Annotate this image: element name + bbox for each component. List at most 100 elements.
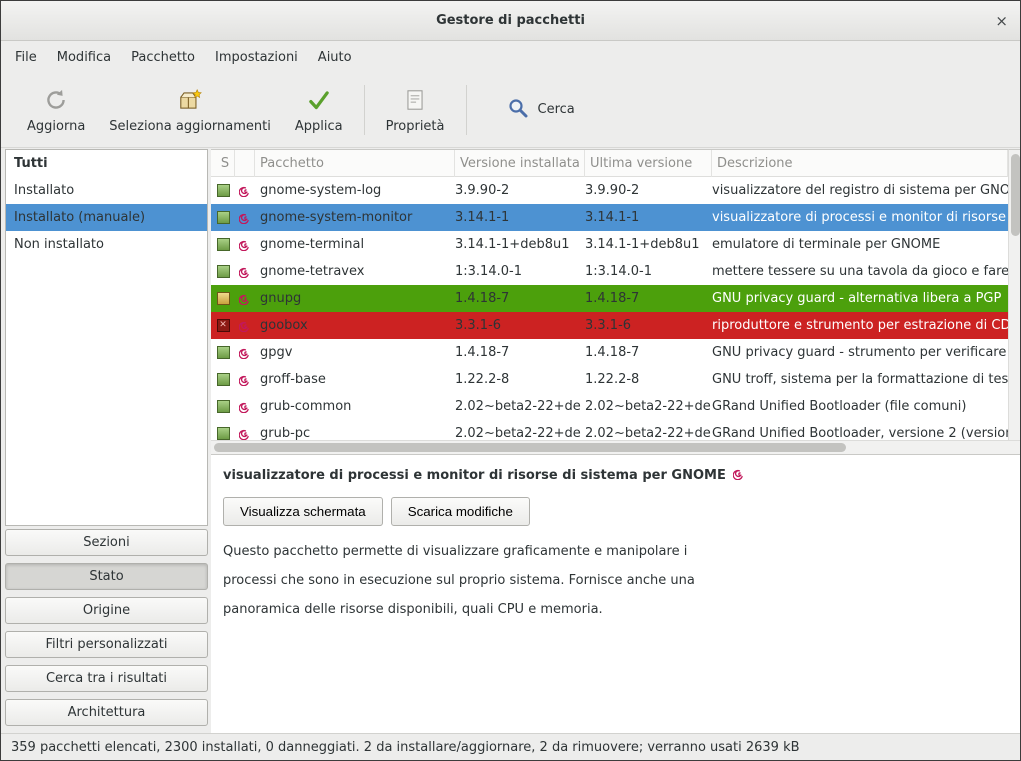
installed-version: 3.14.1-1 [455,210,585,225]
installed-icon [217,400,230,413]
supported-emblem-icon [733,467,746,480]
installed-icon [217,265,230,278]
installed-icon [217,211,230,224]
column-header-pacchetto[interactable]: Pacchetto [255,150,455,177]
package-name: gpgv [255,345,455,360]
vertical-scrollbar-thumb[interactable] [1011,154,1020,236]
refresh-label: Aggiorna [27,119,85,134]
search-button[interactable]: Cerca [492,88,589,132]
table-row[interactable]: gpgv1.4.18-71.4.18-7GNU privacy guard - … [211,339,1008,366]
details-pane: visualizzatore di processi e monitor di … [211,454,1021,734]
apply-label: Applica [295,119,343,134]
menu-item-file[interactable]: File [5,42,47,72]
horizontal-scrollbar[interactable] [211,440,1021,454]
installed-icon [217,427,230,440]
installed-version: 1.4.18-7 [455,345,585,360]
table-row[interactable]: grub-pc2.02~beta2-22+de2.02~beta2-22+deG… [211,420,1008,440]
filter-list[interactable]: TuttiInstallatoInstallato (manuale)Non i… [5,149,208,526]
supported-emblem-icon [239,265,252,278]
column-header-descrizione[interactable]: Descrizione [712,150,1008,177]
marked-remove-icon: ✕ [217,319,230,332]
search-icon [506,96,530,124]
title-bar[interactable]: Gestore di pacchetti × [1,1,1020,41]
package-description: riproduttore e strumento per estrazione … [712,318,1008,333]
toolbar-separator [466,85,467,135]
latest-version: 2.02~beta2-22+de [585,426,712,440]
mark-upgrades-button[interactable]: Seleziona aggiornamenti [97,80,283,140]
installed-version: 2.02~beta2-22+de [455,399,585,414]
horizontal-scrollbar-thumb[interactable] [214,443,846,452]
supported-emblem-icon [239,238,252,251]
refresh-button[interactable]: Aggiorna [15,80,97,140]
close-button[interactable]: × [995,1,1008,41]
vertical-scrollbar[interactable] [1008,149,1021,440]
table-row[interactable]: ✕ goobox3.3.1-63.3.1-6riproduttore e str… [211,312,1008,339]
sidebar-button-origine[interactable]: Origine [5,597,208,624]
view-screenshot-button[interactable]: Visualizza schermata [223,497,383,526]
package-description: visualizzatore di processi e monitor di … [712,210,1008,225]
search-label: Cerca [538,102,575,117]
column-header-s[interactable]: S [211,150,235,177]
column-header-versione-installata[interactable]: Versione installata [455,150,585,177]
properties-label: Proprietà [386,119,445,134]
menu-item-modifica[interactable]: Modifica [47,42,121,72]
sidebar-buttons: Sezioni Stato Origine Filtri personalizzati… [5,529,208,726]
table-row[interactable]: gnome-terminal3.14.1-1+deb8u13.14.1-1+de… [211,231,1008,258]
installed-version: 3.3.1-6 [455,318,585,333]
table-row[interactable]: gnome-system-log3.9.90-23.9.90-2visualiz… [211,177,1008,204]
installed-icon [217,373,230,386]
sidebar-button-stato[interactable]: Stato [5,563,208,590]
menu-item-pacchetto[interactable]: Pacchetto [121,42,205,72]
sidebar-button-filtri-personalizzati[interactable]: Filtri personalizzati [5,631,208,658]
package-name: grub-common [255,399,455,414]
column-header-emblem[interactable] [235,150,255,177]
properties-button[interactable]: Proprietà [374,80,457,140]
latest-version: 1.4.18-7 [585,291,712,306]
filter-item-installato-manuale[interactable]: Installato (manuale) [6,204,207,231]
installed-icon [217,238,230,251]
package-description: GNU privacy guard - strumento per verifi… [712,345,1008,360]
apply-button[interactable]: Applica [283,80,355,140]
sidebar-button-architettura[interactable]: Architettura [5,699,208,726]
table-row[interactable]: gnome-system-monitor3.14.1-13.14.1-1visu… [211,204,1008,231]
supported-emblem-icon [239,373,252,386]
filter-item-non-installato[interactable]: Non installato [6,231,207,258]
sidebar-button-cerca-tra-i-risultati[interactable]: Cerca tra i risultati [5,665,208,692]
installed-version: 3.14.1-1+deb8u1 [455,237,585,252]
table-row[interactable]: groff-base1.22.2-81.22.2-8GNU troff, sis… [211,366,1008,393]
refresh-icon [43,86,69,114]
status-text: 359 pacchetti elencati, 2300 installati,… [11,740,800,755]
package-description: emulatore di terminale per GNOME [712,237,1008,252]
installed-version: 1.22.2-8 [455,372,585,387]
toolbar: Aggiorna Seleziona aggiornamenti Applica [1,72,1020,148]
package-table: S PacchettoVersione installataUltima vers… [211,149,1008,440]
package-name: gnome-system-log [255,183,455,198]
status-bar: 359 pacchetti elencati, 2300 installati,… [1,733,1020,760]
latest-version: 1:3.14.0-1 [585,264,712,279]
package-name: goobox [255,318,455,333]
supported-emblem-icon [239,184,252,197]
filter-item-installato[interactable]: Installato [6,177,207,204]
supported-emblem-icon [239,427,252,440]
column-header-ultima-versione[interactable]: Ultima versione [585,150,712,177]
latest-version: 3.14.1-1+deb8u1 [585,237,712,252]
latest-version: 3.3.1-6 [585,318,712,333]
marked-install-icon [217,292,230,305]
latest-version: 1.22.2-8 [585,372,712,387]
sidebar-button-sezioni[interactable]: Sezioni [5,529,208,556]
latest-version: 3.9.90-2 [585,183,712,198]
details-description: Questo pacchetto permette di visualizzar… [223,537,728,624]
get-changelog-button[interactable]: Scarica modifiche [391,497,530,526]
menu-item-impostazioni[interactable]: Impostazioni [205,42,308,72]
properties-icon [402,86,428,114]
table-row[interactable]: gnupg1.4.18-71.4.18-7GNU privacy guard -… [211,285,1008,312]
package-name: gnome-tetravex [255,264,455,279]
package-name: gnome-system-monitor [255,210,455,225]
table-row[interactable]: grub-common2.02~beta2-22+de2.02~beta2-22… [211,393,1008,420]
menu-item-aiuto[interactable]: Aiuto [308,42,362,72]
mark-upgrades-icon [177,86,203,114]
table-row[interactable]: gnome-tetravex1:3.14.0-11:3.14.0-1metter… [211,258,1008,285]
filter-item-tutti[interactable]: Tutti [6,150,207,177]
package-description: mettere tessere su una tavola da gioco e… [712,264,1008,279]
package-name: gnome-terminal [255,237,455,252]
